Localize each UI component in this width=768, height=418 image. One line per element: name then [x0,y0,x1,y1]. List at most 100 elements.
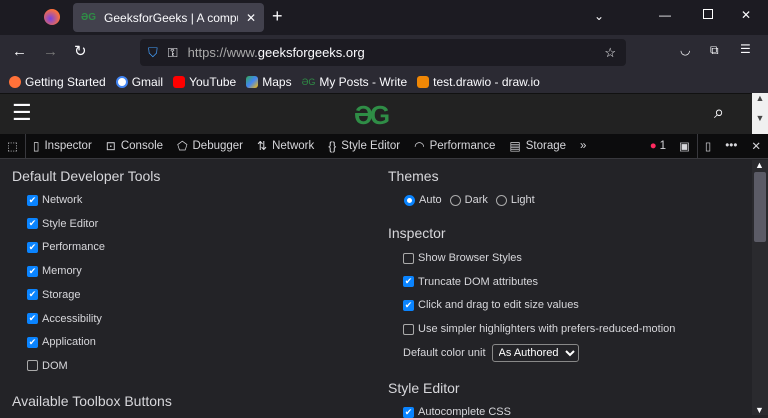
checkbox-row[interactable]: ✔ Autocomplete CSS [403,406,511,418]
tab-style-editor[interactable]: {} Style Editor [321,134,407,159]
error-count: 1 [659,140,667,152]
error-count-button[interactable]: ● 1 [650,140,672,152]
checkbox[interactable] [403,323,414,335]
checkbox-row[interactable]: ✔ Style Editor [27,218,98,230]
close-devtools-icon[interactable]: ✕ [744,134,768,159]
theme-radio-light[interactable] [495,194,507,206]
checkbox-row[interactable]: ✔ Click and drag to edit size values [403,299,579,311]
color-unit-label: Default color unit [403,347,486,359]
google-icon [115,75,128,88]
dock-icon[interactable]: ▣ [672,133,698,159]
braces-icon: {} [328,139,337,153]
checkbox[interactable]: ✔ [27,265,38,277]
element-picker-icon[interactable]: ⬚ [0,133,26,159]
theme-radio-auto[interactable] [404,194,415,206]
close-tab-icon[interactable]: ✕ [246,11,256,25]
bookmark-my-posts[interactable]: ƏG My Posts - Write [302,75,408,89]
checkbox[interactable]: ✔ [27,194,38,206]
extensions-icon[interactable]: ⧉ [710,43,719,58]
tab-label: Style Editor [341,140,401,152]
checkbox[interactable]: ✔ [403,299,414,311]
inspector-icon: ▯ [32,139,40,153]
tab-performance[interactable]: ◠ Performance [407,134,502,159]
bookmarks-bar: Getting Started Gmail YouTube Maps ƏG My … [0,70,768,93]
checkbox-row[interactable]: ✔ Application [27,336,96,348]
checkbox[interactable]: ✔ [27,241,38,253]
checkbox-row[interactable]: ✔ Network [27,194,82,206]
checkbox-label: Application [42,336,96,349]
theme-radio-dark[interactable] [449,194,461,206]
menu-icon[interactable]: ☰ [740,42,751,56]
new-tab-icon[interactable]: + [272,6,283,27]
bookmark-label: Maps [262,74,292,89]
tab-label: Storage [525,140,567,152]
bookmark-gmail[interactable]: Gmail [115,74,164,89]
bookmark-youtube[interactable]: YouTube [173,75,236,89]
scrollbar-thumb[interactable] [754,172,766,242]
checkbox-row[interactable]: ✔ Performance [27,241,105,253]
color-unit-select[interactable]: As Authored [491,344,579,362]
settings-panel: Default Developer Tools ✔ Network ✔ Style E… [0,160,752,418]
checkbox-row[interactable]: ✔ Memory [27,265,82,277]
tab-storage[interactable]: ▤ Storage [502,134,573,159]
gfg-icon: ƏG [301,76,316,87]
bookmark-star-icon[interactable]: ☆ [604,45,616,61]
tab-console[interactable]: ⊡ Console [99,134,170,159]
checkbox-row[interactable]: Show Browser Styles [403,252,522,264]
shield-icon[interactable]: ⛉ [148,45,158,61]
browser-tab[interactable]: ƏG GeeksforGeeks | A computer sci ✕ [73,3,264,32]
more-tabs-icon[interactable]: » [573,134,593,159]
checkbox-row[interactable]: ✔ Storage [27,289,81,301]
console-icon: ⊡ [105,139,116,153]
tab-inspector[interactable]: ▯ Inspector [26,134,99,159]
tab-bar: ƏG GeeksforGeeks | A computer sci ✕ + ⌄ … [0,0,768,35]
search-icon[interactable]: ⌕ [714,102,724,123]
checkbox[interactable]: ✔ [27,289,38,301]
hamburger-menu-icon[interactable]: ☰ [12,102,32,124]
checkbox[interactable]: ✔ [27,218,38,230]
checkbox-label: Truncate DOM attributes [418,275,539,288]
lock-icon[interactable]: ⚿ [168,45,178,61]
checkbox[interactable] [403,252,414,264]
bookmark-label: Gmail [131,74,164,89]
bookmark-getting-started[interactable]: Getting Started [9,75,106,89]
close-window-icon[interactable]: ✕ [741,8,751,22]
page-scrollbar[interactable]: ▲ ▼ [752,93,768,134]
checkbox-row[interactable]: Use simpler highlighters with prefers-re… [403,323,675,335]
responsive-design-icon[interactable]: ▯ [698,134,718,159]
checkbox-row[interactable]: ✔ Truncate DOM attributes [403,276,538,288]
tab-label: Console [120,140,164,152]
pocket-icon[interactable]: ◡ [680,43,690,57]
chevron-down-icon[interactable]: ⌄ [594,9,604,23]
minimize-icon[interactable]: — [659,8,671,22]
checkbox[interactable]: ✔ [403,276,414,288]
bookmark-maps[interactable]: Maps [246,74,292,89]
more-options-icon[interactable]: ••• [718,134,744,159]
firefox-icon [9,75,21,88]
checkbox-label: DOM [42,359,68,372]
url-domain: geeksforgeeks.org [257,45,365,60]
storage-icon: ▤ [509,139,521,153]
checkbox[interactable]: ✔ [27,313,38,324]
checkbox[interactable]: ✔ [403,406,414,418]
theme-radio-group: Auto Dark Light [404,194,535,206]
tab-network[interactable]: ⇅ Network [250,134,321,159]
url-bar[interactable]: ⛉ ⚿ https://www.geeksforgeeks.org ☆ [140,39,626,66]
checkbox-row[interactable]: ✔ Accessibility [27,313,102,325]
checkbox[interactable] [27,360,38,372]
tab-label: Performance [429,140,496,152]
bookmark-label: Getting Started [25,74,106,89]
firefox-icon[interactable] [44,9,60,25]
maximize-icon[interactable] [703,9,713,19]
gfg-logo[interactable]: ƏG [354,100,390,131]
tab-debugger[interactable]: ⬠ Debugger [170,134,250,159]
themes-heading: Themes [388,168,439,184]
checkbox[interactable]: ✔ [27,336,38,348]
reload-icon[interactable]: ↻ [74,42,87,60]
tab-label: Network [272,140,315,152]
checkbox-row[interactable]: DOM [27,360,68,372]
back-icon[interactable]: ← [12,43,27,60]
bookmark-drawio[interactable]: test.drawio - draw.io [417,75,540,89]
forward-icon[interactable]: → [43,43,58,60]
inspector-heading: Inspector [388,225,446,241]
